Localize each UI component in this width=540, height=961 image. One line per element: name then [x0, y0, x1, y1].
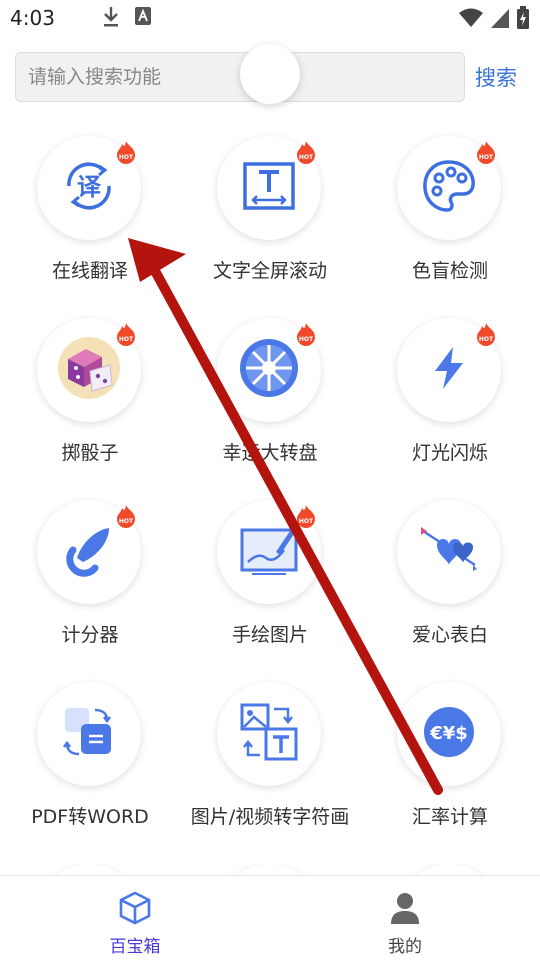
- tool-online-translate[interactable]: 译 HOT 在线翻译: [0, 136, 180, 306]
- tool-score-counter[interactable]: HOT 计分器: [0, 500, 180, 670]
- floating-ball-button[interactable]: [240, 44, 300, 104]
- hot-badge-icon: HOT: [473, 140, 499, 166]
- hot-badge-icon: HOT: [293, 322, 319, 348]
- wifi-icon: [458, 7, 484, 33]
- svg-text:€¥$: €¥$: [429, 723, 468, 744]
- tool-label: 手绘图片: [231, 624, 308, 646]
- tool-label: 在线翻译: [51, 260, 128, 282]
- cube-icon: [117, 890, 153, 926]
- tool-lucky-wheel[interactable]: HOT 幸运大转盘: [180, 318, 360, 488]
- tool-roll-dice[interactable]: HOT 掷骰子: [0, 318, 180, 488]
- tool-love-confession[interactable]: 爱心表白: [360, 500, 540, 670]
- tool-label: 图片/视频转字符画: [190, 806, 350, 828]
- svg-text:HOT: HOT: [479, 336, 494, 343]
- download-icon: [102, 6, 120, 32]
- translate-icon: 译: [59, 156, 119, 220]
- tool-hand-drawing[interactable]: HOT 手绘图片: [180, 500, 360, 670]
- tool-label: 掷骰子: [61, 442, 119, 464]
- tool-label: 文字全屏滚动: [212, 260, 327, 282]
- tool-label: 汇率计算: [411, 806, 488, 828]
- status-time: 4:03: [10, 6, 55, 30]
- nav-item-toolbox[interactable]: 百宝箱: [0, 876, 270, 961]
- hot-badge-icon: HOT: [473, 322, 499, 348]
- image-to-text-icon: [238, 701, 300, 767]
- hot-badge-icon: HOT: [113, 140, 139, 166]
- hot-badge-icon: HOT: [293, 140, 319, 166]
- palette-icon: [419, 156, 479, 220]
- nav-item-mine[interactable]: 我的: [270, 876, 540, 961]
- tool-exchange-rate[interactable]: €¥$ 汇率计算: [360, 682, 540, 852]
- nav-label: 我的: [388, 937, 422, 957]
- search-bar: 搜索: [0, 44, 540, 108]
- wheel-icon: [238, 337, 300, 403]
- svg-text:译: 译: [77, 173, 102, 201]
- battery-charging-icon: [516, 6, 530, 34]
- svg-text:HOT: HOT: [119, 518, 134, 525]
- hot-badge-icon: HOT: [113, 322, 139, 348]
- signal-icon: [490, 7, 510, 33]
- svg-text:HOT: HOT: [119, 336, 134, 343]
- user-icon: [387, 890, 423, 926]
- hearts-arrow-icon: [417, 525, 481, 579]
- pdf-word-icon: [59, 702, 119, 766]
- text-scroll-icon: [239, 156, 299, 220]
- tool-label: 色盲检测: [411, 260, 488, 282]
- app-notification-icon: [134, 6, 152, 32]
- tool-label: 爱心表白: [411, 624, 488, 646]
- lightning-icon: [429, 345, 469, 395]
- tool-light-flash[interactable]: HOT 灯光闪烁: [360, 318, 540, 488]
- tool-label: 灯光闪烁: [411, 442, 488, 464]
- svg-text:HOT: HOT: [119, 154, 134, 161]
- svg-text:HOT: HOT: [299, 518, 314, 525]
- hot-badge-icon: HOT: [293, 504, 319, 530]
- tool-label: PDF转WORD: [31, 806, 149, 828]
- tool-image-video-to-ascii[interactable]: 图片/视频转字符画: [180, 682, 360, 852]
- tool-label: 计分器: [61, 624, 119, 646]
- tool-text-fullscreen-scroll[interactable]: HOT 文字全屏滚动: [180, 136, 360, 306]
- search-button[interactable]: 搜索: [475, 62, 517, 92]
- hot-badge-icon: HOT: [113, 504, 139, 530]
- svg-text:HOT: HOT: [479, 154, 494, 161]
- tool-label: 幸运大转盘: [222, 442, 318, 464]
- svg-text:HOT: HOT: [299, 154, 314, 161]
- svg-text:HOT: HOT: [299, 336, 314, 343]
- bottom-nav: 百宝箱 我的: [0, 875, 540, 961]
- feather-counter-icon: [59, 520, 119, 584]
- tool-pdf-to-word[interactable]: PDF转WORD: [0, 682, 180, 852]
- status-bar: 4:03: [0, 0, 540, 36]
- tool-color-blind-test[interactable]: HOT 色盲检测: [360, 136, 540, 306]
- nav-label: 百宝箱: [109, 937, 161, 957]
- currency-icon: €¥$: [423, 706, 475, 762]
- drawing-board-icon: [238, 522, 300, 582]
